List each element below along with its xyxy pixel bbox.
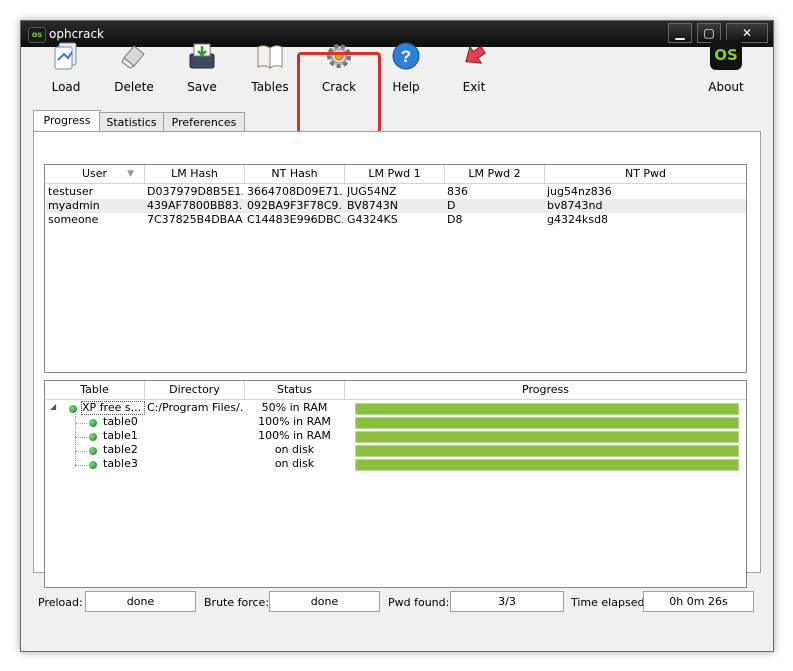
cell-nt-pwd[interactable]: g4324ksd8 <box>547 213 737 227</box>
users-table[interactable]: User ▼ LM Hash NT Hash LM Pwd 1 LM Pwd 2… <box>44 164 747 373</box>
load-label: Load <box>51 80 81 94</box>
cell-lm-pwd1[interactable]: BV8743N <box>347 199 443 213</box>
tree-line <box>75 437 87 438</box>
table-directory[interactable]: C:/Program Files/... <box>147 401 243 415</box>
svg-text:?: ? <box>401 47 411 66</box>
col-header-table[interactable]: Table <box>45 381 145 400</box>
cell-user[interactable]: myadmin <box>48 199 143 213</box>
help-icon: ? <box>392 42 420 70</box>
table-status: 100% in RAM <box>258 415 331 428</box>
help-label: Help <box>392 80 420 94</box>
exit-label: Exit <box>462 80 486 94</box>
col-header-status[interactable]: Status <box>245 381 345 400</box>
cell-lm-hash[interactable]: D037979D8B5E1... <box>147 185 243 199</box>
delete-button[interactable]: Delete <box>106 40 162 100</box>
window-title: ophcrack <box>49 27 104 41</box>
help-button[interactable]: ? Help <box>378 40 434 100</box>
about-label: About <box>708 80 744 94</box>
time-elapsed-label: Time elapsed: <box>571 596 649 609</box>
preload-label: Preload: <box>38 596 83 609</box>
exit-button[interactable]: Exit <box>446 40 502 100</box>
eraser-icon <box>121 45 145 69</box>
tables-button[interactable]: Tables <box>242 40 298 100</box>
save-label: Save <box>187 80 217 94</box>
progress-bar <box>355 403 739 415</box>
cell-lm-pwd1[interactable]: JUG54NZ <box>347 185 443 199</box>
minimize-button[interactable]: ▁ <box>668 23 692 43</box>
load-icon <box>54 42 77 70</box>
tab-preferences[interactable]: Preferences <box>163 112 245 132</box>
preload-value: done <box>85 591 196 612</box>
save-button[interactable]: Save <box>174 40 230 100</box>
pwd-found-label: Pwd found: <box>388 596 450 609</box>
status-green-dot-icon <box>89 461 97 469</box>
save-disk-icon <box>189 43 215 69</box>
cell-nt-hash[interactable]: 092BA9F3F78C9... <box>247 199 343 213</box>
tree-line <box>75 465 87 466</box>
rainbow-tables-list[interactable]: Table Directory Status Progress ◢ XP fre… <box>44 380 747 588</box>
book-icon <box>257 45 283 69</box>
progress-bar <box>355 445 739 457</box>
status-green-dot-icon <box>89 419 97 427</box>
table-status: 50% in RAM <box>261 401 328 414</box>
brute-force-value: done <box>269 591 380 612</box>
cell-nt-pwd[interactable]: bv8743nd <box>547 199 737 213</box>
table-name[interactable]: table2 <box>103 443 143 457</box>
tree-line <box>75 451 87 452</box>
table-status: on disk <box>274 443 315 456</box>
col-header-user-label: User <box>81 167 108 180</box>
crack-highlight <box>297 52 381 134</box>
pwd-found-value: 3/3 <box>450 591 564 612</box>
col-header-nt-hash[interactable]: NT Hash <box>245 165 345 184</box>
cell-lm-hash[interactable]: 439AF7800BB83... <box>147 199 243 213</box>
tables-label: Tables <box>251 80 289 94</box>
col-header-lm-pwd1[interactable]: LM Pwd 1 <box>345 165 445 184</box>
time-elapsed-value: 0h 0m 26s <box>643 591 754 612</box>
cell-user[interactable]: testuser <box>48 185 143 199</box>
tree-line <box>75 423 87 424</box>
tab-progress[interactable]: Progress <box>33 110 101 132</box>
col-header-nt-pwd[interactable]: NT Pwd <box>545 165 746 184</box>
table-name[interactable]: table3 <box>103 457 143 471</box>
cell-nt-hash[interactable]: 3664708D09E71... <box>247 185 343 199</box>
col-header-lm-pwd2[interactable]: LM Pwd 2 <box>445 165 545 184</box>
cell-user[interactable]: someone <box>48 213 143 227</box>
tree-expand-icon[interactable]: ◢ <box>50 402 56 411</box>
cell-lm-pwd2[interactable]: 836 <box>447 185 543 199</box>
sort-arrow-icon: ▼ <box>127 169 134 179</box>
status-green-dot-icon <box>89 433 97 441</box>
exit-arrow-icon <box>465 45 487 64</box>
table-name[interactable]: table1 <box>103 429 143 443</box>
cell-lm-pwd2[interactable]: D <box>447 199 543 213</box>
table-status: 100% in RAM <box>258 429 331 442</box>
table-name[interactable]: table0 <box>103 415 143 429</box>
progress-bar <box>355 431 739 443</box>
tree-line <box>75 413 77 467</box>
status-green-dot-icon <box>89 447 97 455</box>
progress-bar <box>355 459 739 471</box>
cell-lm-pwd1[interactable]: G4324KS <box>347 213 443 227</box>
cell-lm-pwd2[interactable]: D8 <box>447 213 543 227</box>
progress-bar <box>355 417 739 429</box>
table-name[interactable]: XP free s... <box>81 401 145 415</box>
cell-lm-hash[interactable]: 7C37825B4DBAA... <box>147 213 243 227</box>
col-header-directory[interactable]: Directory <box>145 381 245 400</box>
ophcrack-about-logo-icon: OS <box>710 40 742 70</box>
brute-force-label: Brute force: <box>204 596 270 609</box>
col-header-lm-hash[interactable]: LM Hash <box>145 165 245 184</box>
col-header-user[interactable]: User ▼ <box>45 165 145 184</box>
status-green-dot-icon <box>69 405 77 413</box>
delete-label: Delete <box>114 80 154 94</box>
col-header-progress[interactable]: Progress <box>345 381 746 400</box>
tab-statistics[interactable]: Statistics <box>99 112 164 132</box>
load-button[interactable]: Load <box>38 40 94 100</box>
table-status: on disk <box>274 457 315 470</box>
about-button[interactable]: OS About <box>698 40 754 100</box>
cell-nt-hash[interactable]: C14483E996DBC... <box>247 213 343 227</box>
cell-nt-pwd[interactable]: jug54nz836 <box>547 185 737 199</box>
